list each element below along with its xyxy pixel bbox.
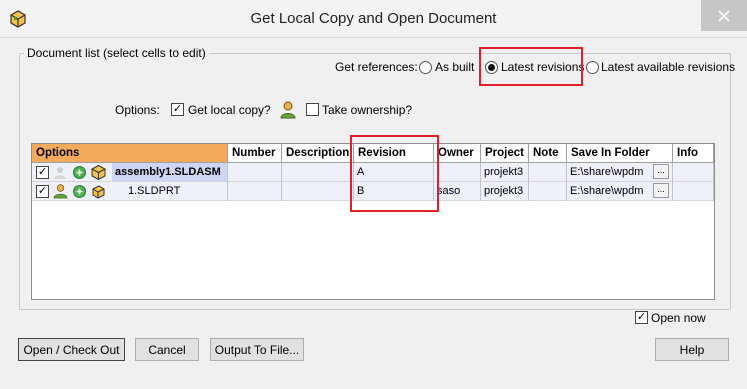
cancel-button[interactable]: Cancel [135,338,199,361]
row-description-cell[interactable] [282,163,354,182]
get-references-label: Get references: [335,60,418,74]
open-check-out-button[interactable]: Open / Check Out [18,338,125,361]
column-header-project[interactable]: Project [481,144,529,163]
column-header-save-in-folder[interactable]: Save In Folder [567,144,673,163]
get-local-copy-checkbox[interactable]: ✓ [171,103,184,116]
row-file-name[interactable]: 1.SLDPRT [128,182,180,200]
row-file-name[interactable]: assembly1.SLDASM [112,163,227,181]
row-options-cell[interactable]: ✓ 1.SLDPRT [32,182,228,201]
radio-latest-available[interactable] [586,61,599,74]
open-now-checkbox[interactable]: ✓ [635,311,648,324]
column-header-owner[interactable]: Owner [434,144,481,163]
title-bar: Get Local Copy and Open Document [0,0,747,38]
options-label: Options: [115,103,160,117]
row-folder-cell[interactable]: E:\share\wpdm ... [567,182,673,201]
column-header-note[interactable]: Note [529,144,567,163]
row-owner-cell[interactable]: saso [434,182,481,201]
row-info-cell[interactable] [673,182,714,201]
user-icon [279,100,298,122]
close-button[interactable] [701,0,747,31]
row-number-cell[interactable] [228,182,282,201]
column-header-options[interactable]: Options [32,144,228,163]
radio-latest-available-label[interactable]: Latest available revisions [601,60,735,74]
output-to-file-button[interactable]: Output To File... [210,338,304,361]
row-folder-path: E:\share\wpdm [570,166,644,178]
row-folder-cell[interactable]: E:\share\wpdm ... [567,163,673,182]
row-note-cell[interactable] [529,163,567,182]
row-project-cell[interactable]: projekt3 [481,163,529,182]
column-header-description[interactable]: Description [282,144,354,163]
radio-as-built[interactable] [419,61,432,74]
browse-folder-button[interactable]: ... [653,183,669,198]
highlight-box-revision [350,135,439,212]
take-ownership-checkbox[interactable] [306,103,319,116]
help-button[interactable]: Help [655,338,729,361]
user-disabled-icon [53,165,68,181]
open-now-label[interactable]: Open now [651,311,706,325]
part-icon [90,183,107,200]
row-description-cell[interactable] [282,182,354,201]
row-owner-cell[interactable] [434,163,481,182]
document-list-label: Document list (select cells to edit) [24,46,209,60]
row-number-cell[interactable] [228,163,282,182]
browse-folder-button[interactable]: ... [653,164,669,179]
take-ownership-label[interactable]: Take ownership? [322,103,412,117]
window-title: Get Local Copy and Open Document [250,10,497,27]
row-info-cell[interactable] [673,163,714,182]
assembly-icon [90,164,107,181]
column-header-number[interactable]: Number [228,144,282,163]
add-icon [73,166,86,181]
row-note-cell[interactable] [529,182,567,201]
radio-as-built-label[interactable]: As built [435,60,474,74]
highlight-box-latest-revisions [479,47,583,86]
row-project-cell[interactable]: projekt3 [481,182,529,201]
row-folder-path: E:\share\wpdm [570,185,644,197]
row-select-checkbox[interactable]: ✓ [36,166,49,179]
row-select-checkbox[interactable]: ✓ [36,185,49,198]
add-icon [73,185,86,200]
row-options-cell[interactable]: ✓ assembly1.SLDASM [32,163,228,182]
user-icon [53,183,69,200]
get-local-copy-label[interactable]: Get local copy? [188,103,271,117]
column-header-info[interactable]: Info [673,144,714,163]
close-icon [718,9,730,22]
